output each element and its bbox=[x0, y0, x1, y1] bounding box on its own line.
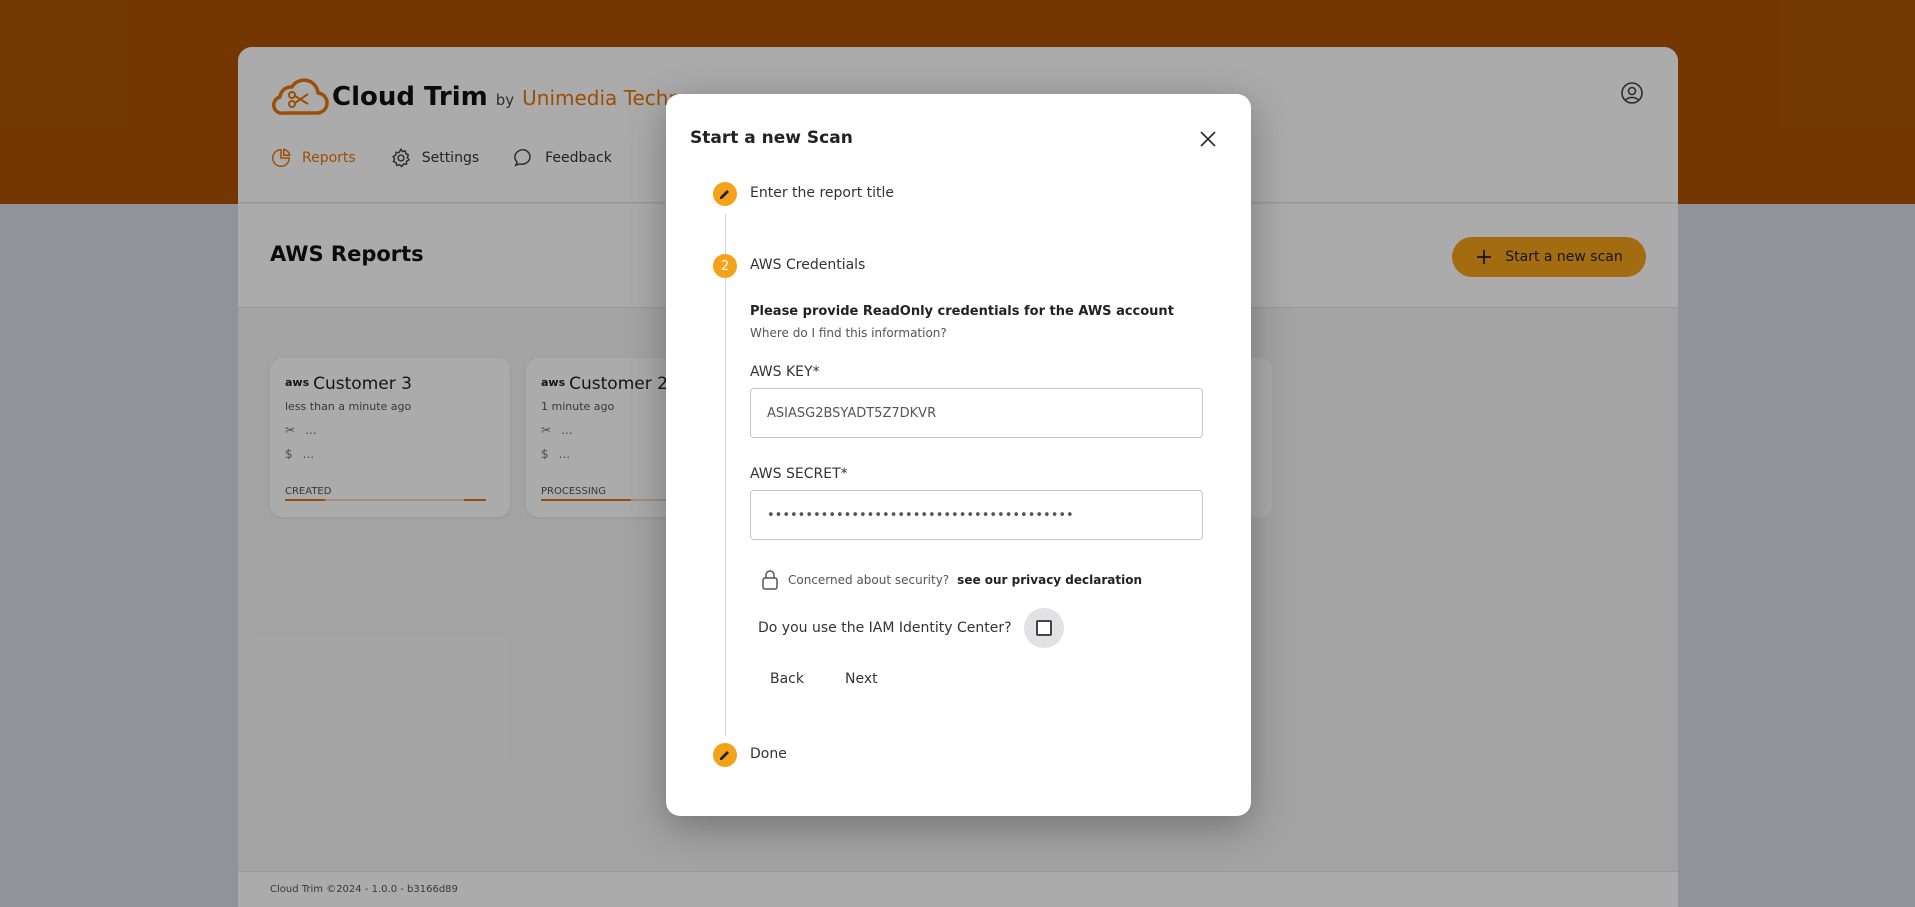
step-2-label: AWS Credentials bbox=[750, 257, 866, 273]
step-1-pencil-icon[interactable] bbox=[713, 182, 737, 206]
next-button[interactable]: Next bbox=[839, 667, 884, 691]
iam-checkbox[interactable] bbox=[1023, 608, 1064, 648]
step-1-label[interactable]: Enter the report title bbox=[750, 185, 894, 201]
aws-secret-input[interactable] bbox=[750, 490, 1203, 540]
aws-key-input[interactable] bbox=[750, 388, 1203, 438]
credentials-help-link[interactable]: Where do I find this information? bbox=[750, 326, 947, 340]
step-3-label: Done bbox=[750, 746, 787, 762]
security-note: Concerned about security? see our privac… bbox=[760, 569, 1142, 591]
credentials-heading: Please provide ReadOnly credentials for … bbox=[750, 304, 1174, 319]
step-2-number: 2 bbox=[713, 254, 737, 278]
dialog-title: Start a new Scan bbox=[690, 128, 853, 148]
back-button[interactable]: Back bbox=[764, 667, 810, 691]
iam-row: Do you use the IAM Identity Center? bbox=[758, 608, 1064, 648]
aws-secret-label: AWS SECRET* bbox=[750, 466, 848, 482]
checkbox-box bbox=[1035, 620, 1052, 636]
aws-key-label: AWS KEY* bbox=[750, 364, 820, 380]
new-scan-dialog: Start a new Scan Enter the report title … bbox=[666, 94, 1251, 816]
privacy-link[interactable]: see our privacy declaration bbox=[957, 573, 1142, 587]
close-icon[interactable] bbox=[1197, 128, 1219, 150]
step-3-pencil-icon[interactable] bbox=[713, 743, 737, 767]
security-text: Concerned about security? bbox=[788, 573, 950, 587]
stepper-line bbox=[725, 214, 726, 736]
iam-question: Do you use the IAM Identity Center? bbox=[758, 620, 1012, 636]
lock-icon bbox=[762, 570, 778, 590]
